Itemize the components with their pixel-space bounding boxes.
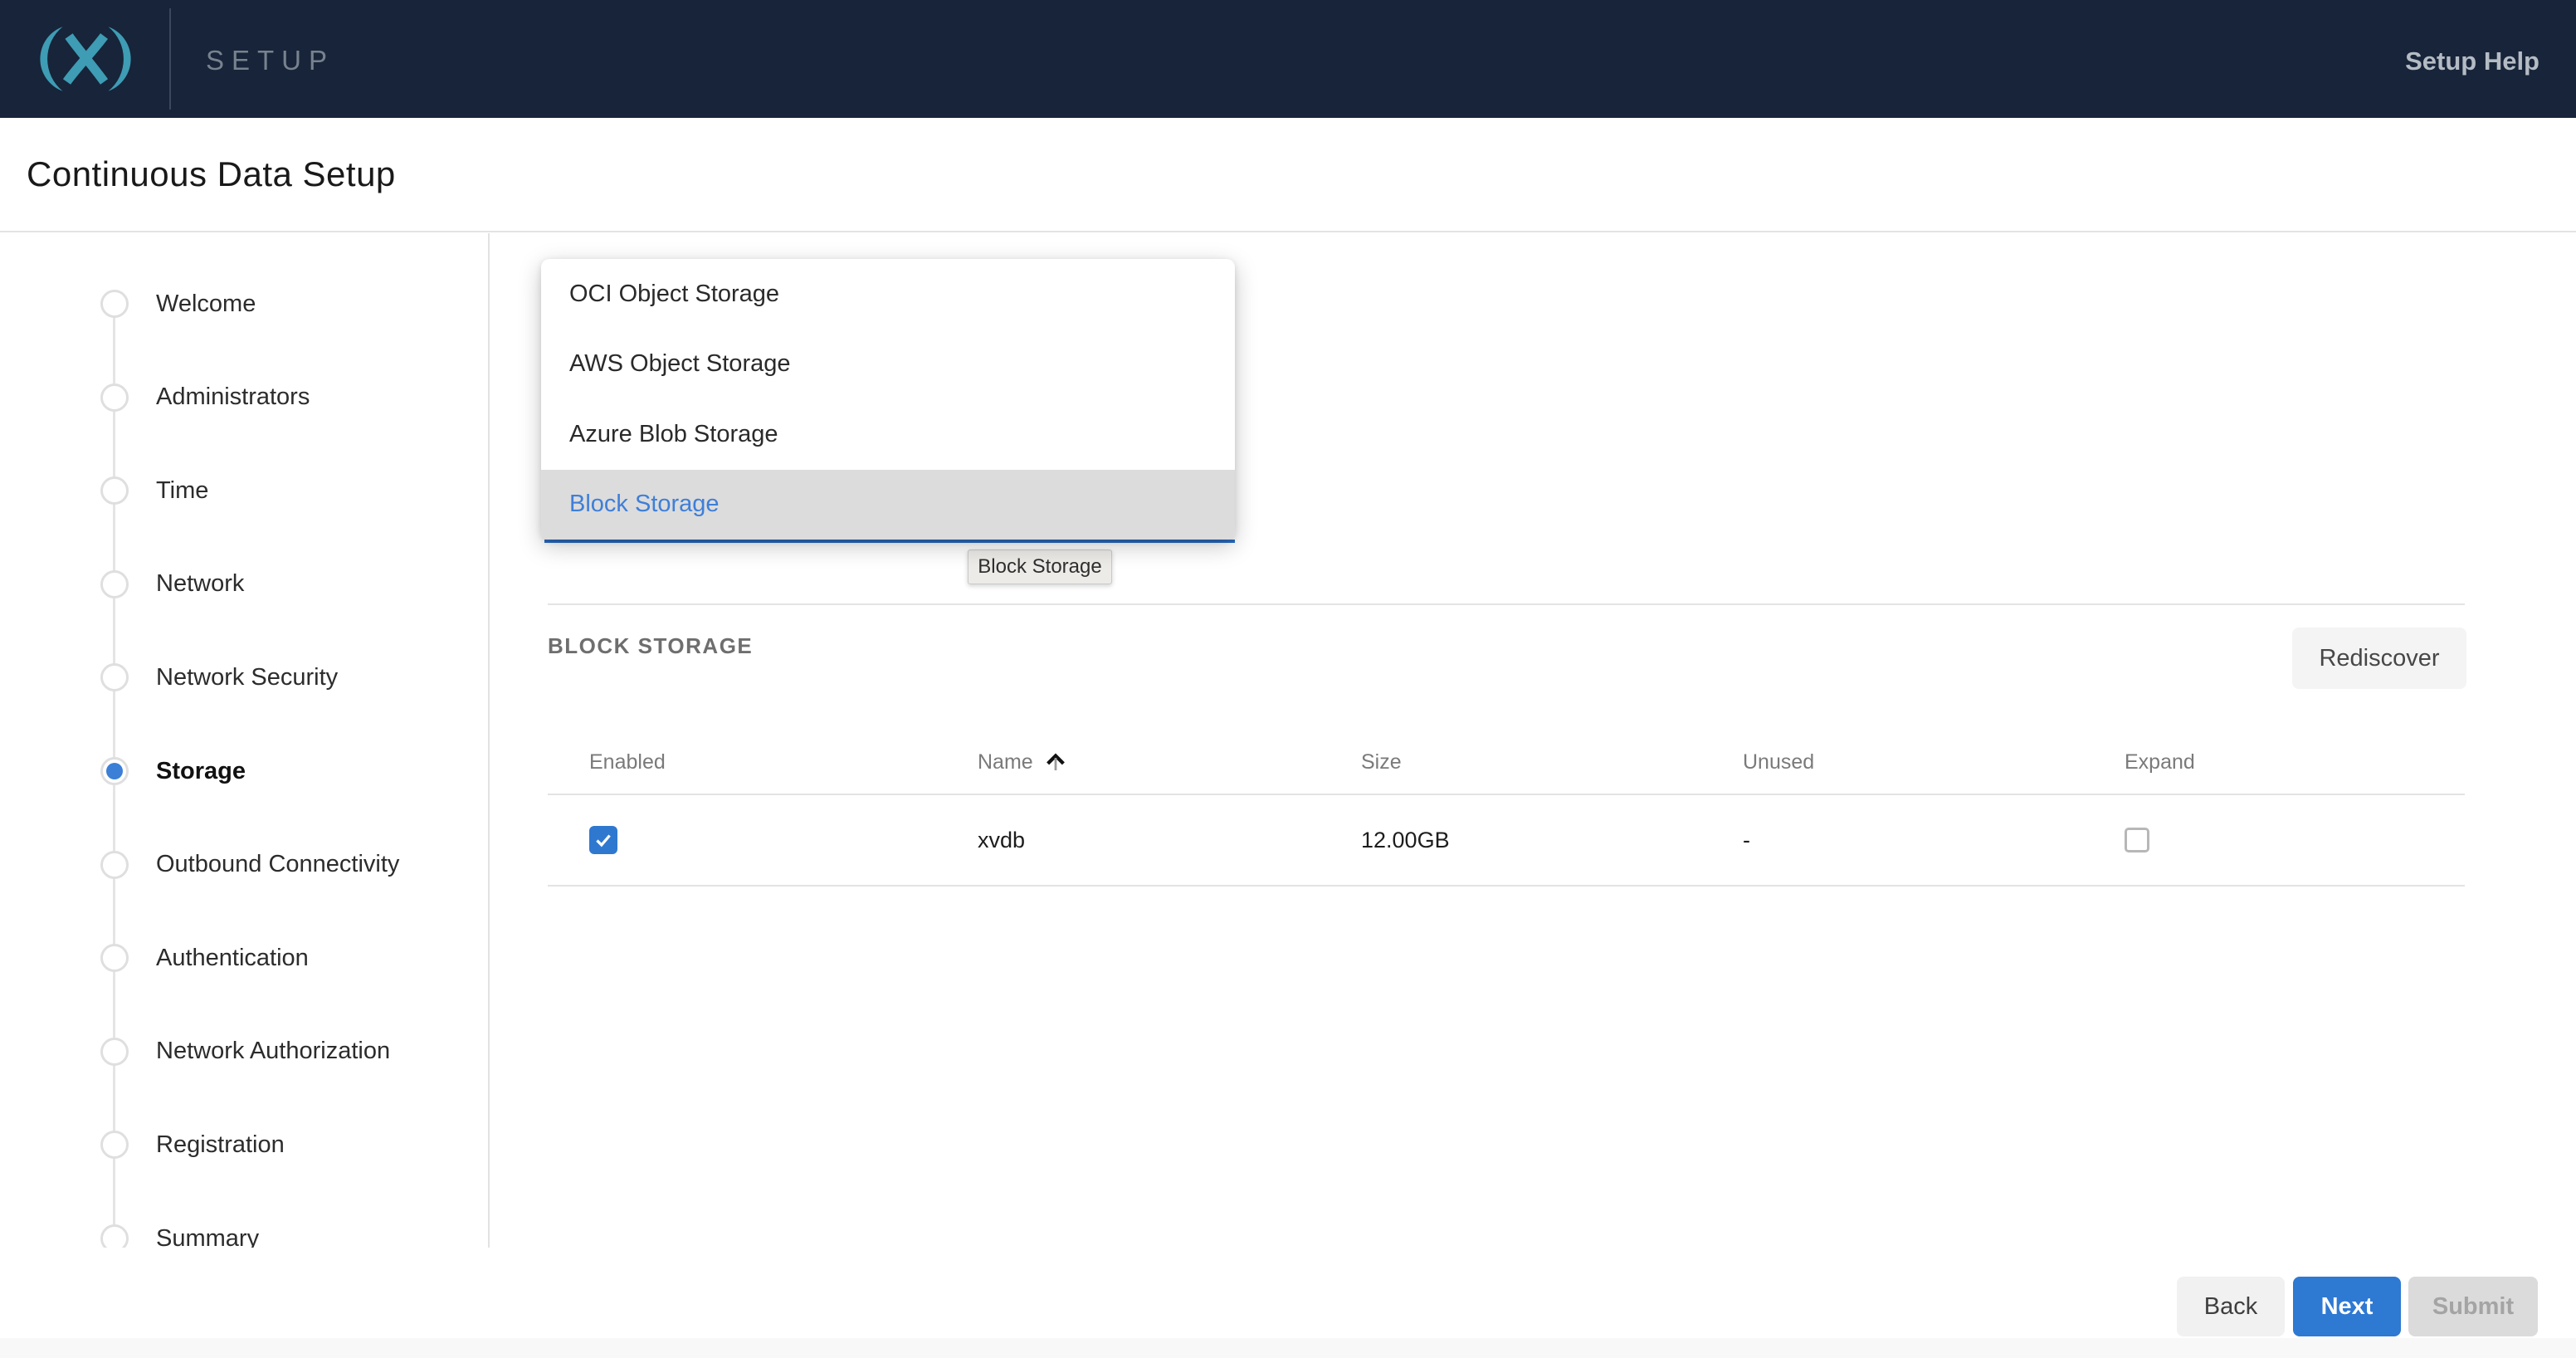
table-body: xvdb12.00GB-	[548, 795, 2465, 887]
setup-help-link[interactable]: Setup Help	[2405, 46, 2539, 76]
step-circle	[100, 383, 129, 412]
step-circle	[100, 290, 129, 318]
section-divider	[548, 603, 2465, 605]
checkmark-icon	[593, 829, 614, 851]
step-circle	[100, 1131, 129, 1159]
product-label: SETUP	[206, 45, 334, 76]
cell-name: xvdb	[936, 795, 1320, 885]
storage-type-select-underline[interactable]	[544, 540, 1235, 543]
dropdown-option-block-storage[interactable]: Block Storage	[541, 470, 1235, 540]
column-header-label: Size	[1361, 750, 1402, 774]
dropdown-option-azure-blob-storage[interactable]: Azure Blob Storage	[541, 399, 1235, 470]
step-circle	[100, 1224, 129, 1248]
step-circle	[100, 1038, 129, 1066]
setup-wizard-app: SETUP Setup Help Continuous Data Setup W…	[0, 0, 2576, 1358]
column-header-unused: Unused	[1701, 730, 2083, 794]
step-circle	[100, 663, 129, 691]
stepper-item-label: Welcome	[156, 291, 256, 318]
stepper-item-label: Administrators	[156, 383, 310, 411]
step-circle-active	[100, 757, 129, 785]
dropdown-option-aws-object-storage[interactable]: AWS Object Storage	[541, 330, 1235, 400]
column-header-label: Name	[978, 750, 1033, 774]
column-header-label: Expand	[2125, 750, 2195, 774]
stepper-item-label: Summary	[156, 1225, 259, 1248]
step-circle	[100, 476, 129, 505]
step-circle	[100, 851, 129, 879]
column-header-enabled: Enabled	[548, 730, 936, 794]
active-step-dot	[106, 763, 123, 779]
column-header-expand: Expand	[2083, 730, 2465, 794]
block-storage-table: Enabled Name Size Unused Expand xvdb12.00GB-	[548, 730, 2465, 887]
footer-strip	[0, 1338, 2576, 1358]
column-header-label: Enabled	[589, 750, 666, 774]
cell-size: 12.00GB	[1320, 795, 1701, 885]
topbar-divider	[169, 8, 171, 110]
setup-stepper: Welcome Administrators Time Network Network …	[0, 233, 490, 1248]
page-title: Continuous Data Setup	[27, 154, 396, 194]
column-header-size: Size	[1320, 730, 1701, 794]
storage-type-dropdown-menu: OCI Object StorageAWS Object StorageAzur…	[541, 259, 1235, 540]
stepper-item-label: Network	[156, 570, 244, 598]
stepper-item-label: Authentication	[156, 945, 309, 972]
delphix-logo-icon	[23, 20, 148, 98]
next-button[interactable]: Next	[2293, 1277, 2401, 1336]
table-row: xvdb12.00GB-	[548, 795, 2465, 887]
stepper-item-label: Registration	[156, 1131, 285, 1159]
stepper-item-label: Storage	[156, 758, 246, 785]
step-circle	[100, 944, 129, 972]
stepper-item-label: Network Security	[156, 664, 338, 691]
stepper-item-label: Network Authorization	[156, 1038, 390, 1065]
column-header-label: Unused	[1743, 750, 1814, 774]
cell-unused: -	[1701, 795, 2083, 885]
rediscover-button[interactable]: Rediscover	[2292, 628, 2466, 689]
table-header-row: Enabled Name Size Unused Expand	[548, 730, 2465, 795]
block-storage-heading: BLOCK STORAGE	[548, 633, 753, 659]
stepper-item-label: Outbound Connectivity	[156, 851, 399, 878]
column-header-name[interactable]: Name	[936, 730, 1320, 794]
titlebar: Continuous Data Setup	[0, 118, 2576, 232]
back-button[interactable]: Back	[2177, 1277, 2285, 1336]
sort-ascending-icon	[1043, 750, 1068, 774]
expand-checkbox[interactable]	[2125, 828, 2149, 852]
stepper-item-label: Time	[156, 477, 208, 505]
enabled-checkbox[interactable]	[589, 826, 617, 854]
storage-type-tooltip: Block Storage	[968, 550, 1112, 584]
step-circle	[100, 570, 129, 598]
submit-button: Submit	[2408, 1277, 2538, 1336]
topbar: SETUP Setup Help	[0, 0, 2576, 118]
dropdown-option-oci-object-storage[interactable]: OCI Object Storage	[541, 259, 1235, 330]
